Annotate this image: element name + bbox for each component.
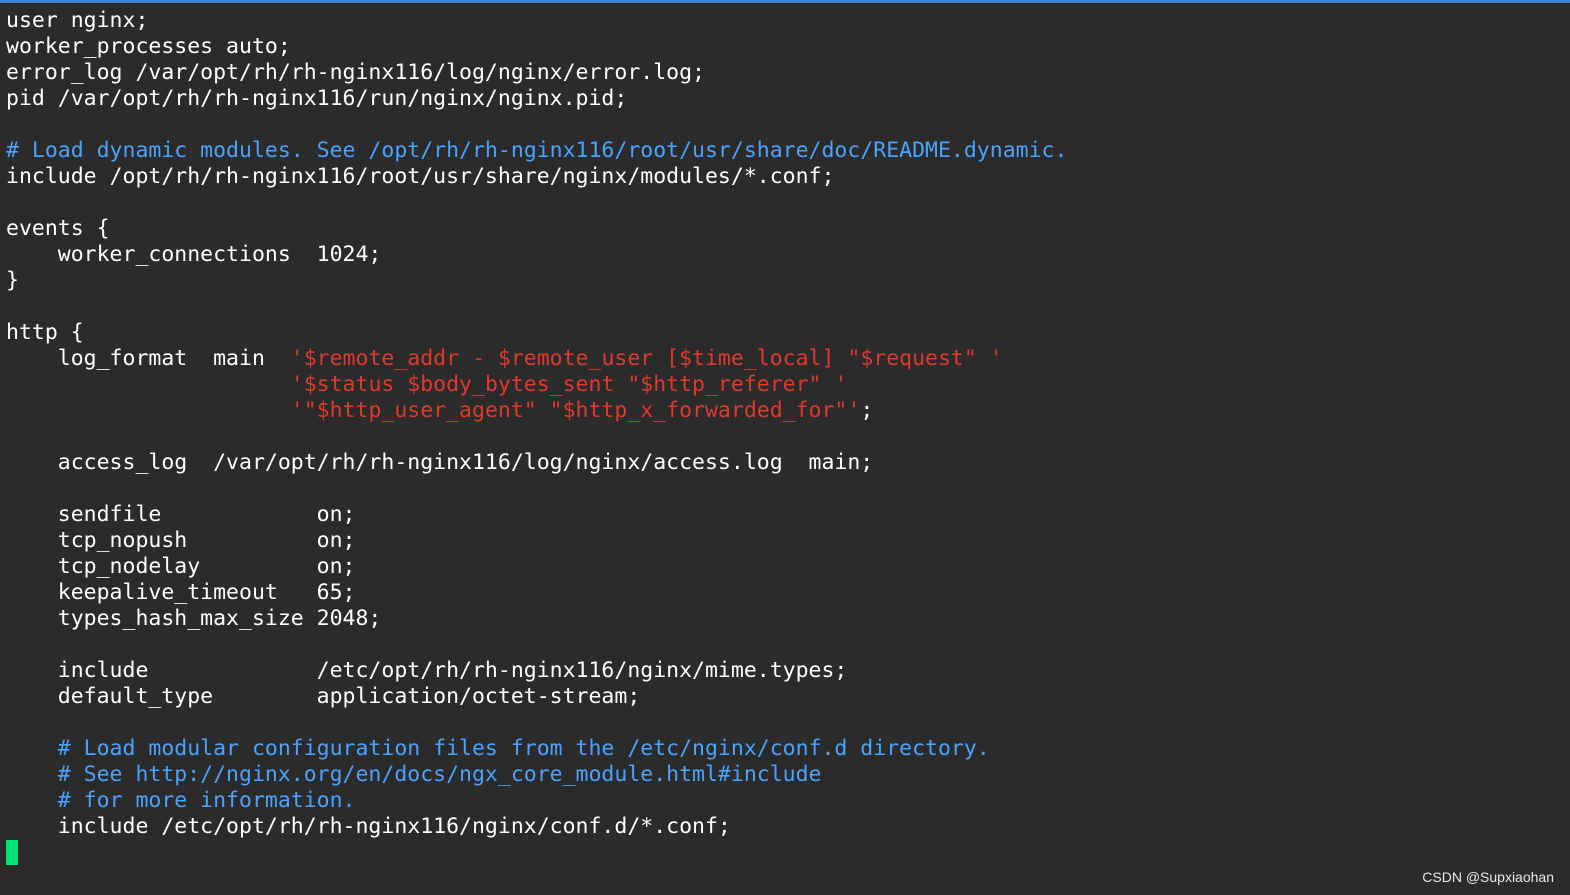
terminal-line: http { <box>6 320 1570 346</box>
terminal-line: sendfile on; <box>6 502 1570 528</box>
terminal-line: '$status $body_bytes_sent "$http_referer… <box>6 372 1570 398</box>
code-text: types_hash_max_size 2048; <box>6 606 382 631</box>
terminal-line: # Load dynamic modules. See /opt/rh/rh-n… <box>6 138 1570 164</box>
code-comment: # See http://nginx.org/en/docs/ngx_core_… <box>6 762 822 787</box>
terminal-line: include /etc/opt/rh/rh-nginx116/nginx/co… <box>6 814 1570 840</box>
code-text: include /etc/opt/rh/rh-nginx116/nginx/co… <box>6 814 731 839</box>
terminal-cursor <box>6 840 18 865</box>
code-text: } <box>6 268 19 293</box>
terminal-line: # Load modular configuration files from … <box>6 736 1570 762</box>
code-text: http { <box>6 320 84 345</box>
code-text: keepalive_timeout 65; <box>6 580 356 605</box>
code-string: '$remote_addr - $remote_user [$time_loca… <box>290 346 1003 371</box>
terminal-line: worker_processes auto; <box>6 34 1570 60</box>
terminal-line: '"$http_user_agent" "$http_x_forwarded_f… <box>6 398 1570 424</box>
code-text: access_log /var/opt/rh/rh-nginx116/log/n… <box>6 450 874 475</box>
terminal-line: events { <box>6 216 1570 242</box>
terminal-line: log_format main '$remote_addr - $remote_… <box>6 346 1570 372</box>
terminal-line: access_log /var/opt/rh/rh-nginx116/log/n… <box>6 450 1570 476</box>
terminal-line: # See http://nginx.org/en/docs/ngx_core_… <box>6 762 1570 788</box>
code-text: ; <box>860 398 874 423</box>
terminal-line: # for more information. <box>6 788 1570 814</box>
terminal-line: keepalive_timeout 65; <box>6 580 1570 606</box>
terminal-text-area[interactable]: user nginx; worker_processes auto; error_l… <box>6 8 1570 866</box>
code-text: default_type application/octet-stream; <box>6 684 641 709</box>
window-top-border <box>0 0 1570 3</box>
terminal-line: tcp_nopush on; <box>6 528 1570 554</box>
terminal-line: } <box>6 268 1570 294</box>
terminal-line: pid /var/opt/rh/rh-nginx116/run/nginx/ng… <box>6 86 1570 112</box>
terminal-window: user nginx; worker_processes auto; error_l… <box>0 0 1570 895</box>
terminal-line: include /opt/rh/rh-nginx116/root/usr/sha… <box>6 164 1570 190</box>
code-comment: # for more information. <box>6 788 356 813</box>
terminal-line: worker_connections 1024; <box>6 242 1570 268</box>
code-string: '"$http_user_agent" "$http_x_forwarded_f… <box>290 398 861 423</box>
code-text: error_log /var/opt/rh/rh-nginx116/log/ng… <box>6 60 705 85</box>
code-text: log_format main <box>6 346 291 371</box>
code-text: tcp_nodelay on; <box>6 554 356 579</box>
code-text: tcp_nopush on; <box>6 528 356 553</box>
terminal-line <box>6 840 1570 866</box>
code-text: include /etc/opt/rh/rh-nginx116/nginx/mi… <box>6 658 848 683</box>
code-text: events { <box>6 216 110 241</box>
code-text: worker_processes auto; <box>6 34 291 59</box>
terminal-line: include /etc/opt/rh/rh-nginx116/nginx/mi… <box>6 658 1570 684</box>
code-string: '$status $body_bytes_sent "$http_referer… <box>290 372 848 397</box>
terminal-line: error_log /var/opt/rh/rh-nginx116/log/ng… <box>6 60 1570 86</box>
code-text: pid /var/opt/rh/rh-nginx116/run/nginx/ng… <box>6 86 628 111</box>
terminal-line: default_type application/octet-stream; <box>6 684 1570 710</box>
code-text: user nginx; <box>6 8 149 33</box>
terminal-line: types_hash_max_size 2048; <box>6 606 1570 632</box>
terminal-line: tcp_nodelay on; <box>6 554 1570 580</box>
code-comment: # Load dynamic modules. See /opt/rh/rh-n… <box>6 138 1068 163</box>
code-comment: # Load modular configuration files from … <box>6 736 990 761</box>
terminal-line: user nginx; <box>6 8 1570 34</box>
code-text: sendfile on; <box>6 502 356 527</box>
watermark: CSDN @Supxiaohan <box>1422 869 1554 885</box>
code-text: worker_connections 1024; <box>6 242 382 267</box>
code-text: include /opt/rh/rh-nginx116/root/usr/sha… <box>6 164 835 189</box>
